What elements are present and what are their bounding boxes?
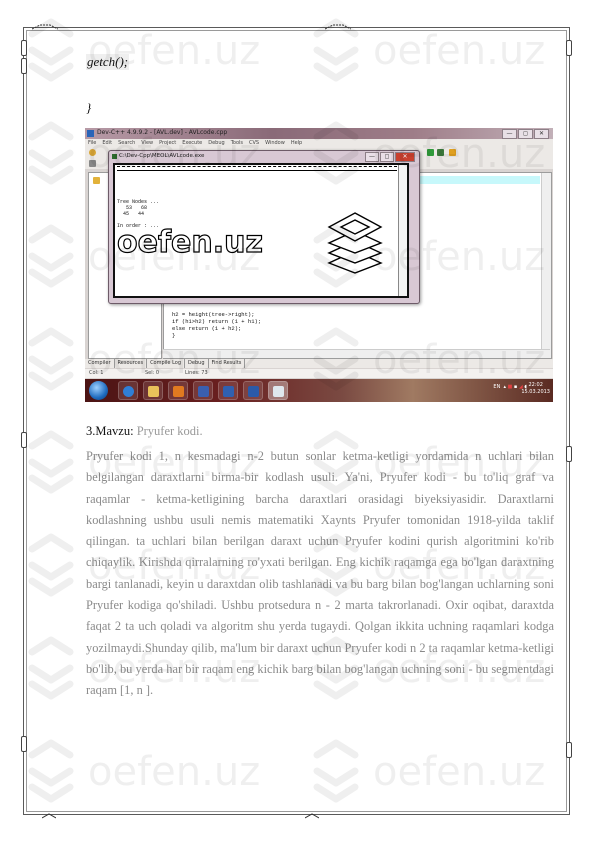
taskbar-clock[interactable]: 22:02 15.03.2013 (521, 382, 550, 396)
section-title: Pryufer kodi. (136, 424, 203, 438)
status-col: Col: 1 (89, 370, 104, 376)
devcpp-app-icon (87, 130, 94, 137)
frame-ornament (21, 736, 27, 752)
menu-execute[interactable]: Execute (182, 139, 202, 147)
bottom-panel-tabs: Compiler Resources Compile Log Debug Fin… (85, 359, 553, 368)
maximize-button[interactable]: ◻ (518, 129, 533, 139)
code-line: else return (1 + h2); (172, 325, 242, 332)
window-titlebar: Dev-C++ 4.9.9.2 - [AVL.dev] - AVLcode.cp… (85, 128, 553, 139)
menu-edit[interactable]: Edit (102, 139, 112, 147)
windows-taskbar: EN ▴ ■ ▪ ◢ ◖ 22:02 15.03.2013 (85, 379, 553, 402)
body-paragraph: Pryufer kodi 1, n kesmadagi n-2 butun so… (86, 449, 554, 698)
frame-ornament (32, 24, 58, 30)
start-button[interactable] (89, 381, 108, 400)
console-divider (117, 166, 397, 171)
frame-ornament (21, 40, 27, 56)
close-button[interactable]: ✕ (534, 129, 549, 139)
editor-code: h2 = height(tree->right); if (h1>h2) retu… (172, 311, 261, 339)
tab-find-results[interactable]: Find Results (212, 359, 246, 368)
frame-ornament (566, 446, 572, 462)
status-bar: Col: 1 Sel: 0 Lines: 73 (85, 369, 553, 378)
menu-debug[interactable]: Debug (208, 139, 224, 147)
window-title: Dev-C++ 4.9.9.2 - [AVL.dev] - AVLcode.cp… (97, 129, 228, 136)
taskbar-internet-explorer[interactable] (118, 381, 138, 400)
editor-vertical-scrollbar[interactable] (541, 173, 551, 358)
code-line: h2 = height(tree->right); (172, 311, 255, 318)
frame-ornament (21, 432, 27, 448)
run-icon[interactable] (427, 149, 434, 156)
taskbar-dev-cpp[interactable] (218, 381, 238, 400)
embedded-screenshot: Dev-C++ 4.9.9.2 - [AVL.dev] - AVLcode.cp… (85, 128, 553, 402)
frame-ornament (566, 40, 572, 56)
code-getch: getch(); (86, 54, 130, 70)
watermark-text: oefen.uz (116, 224, 263, 260)
menu-bar: File Edit Search View Project Execute De… (85, 139, 553, 147)
internet-explorer-icon (123, 386, 134, 397)
frame-ornament (305, 813, 319, 819)
tab-compile-log[interactable]: Compile Log (150, 359, 186, 368)
taskbar-file-explorer[interactable] (143, 381, 163, 400)
section-heading: 3.Mavzu: Pryufer kodi. (86, 424, 203, 439)
floppy-disk-icon (198, 386, 209, 397)
clock-time: 22:02 (528, 382, 543, 388)
console-close-button[interactable]: ✕ (395, 152, 415, 162)
taskbar-save[interactable] (193, 381, 213, 400)
frame-ornament (566, 742, 572, 758)
menu-view[interactable]: View (141, 139, 153, 147)
menu-window[interactable]: Window (265, 139, 285, 147)
menu-cvs[interactable]: CVS (249, 139, 259, 147)
language-indicator[interactable]: EN (493, 384, 500, 390)
console-output: Tree Nodes ... 53 68 45 44 In order : ..… (113, 163, 409, 298)
media-player-icon (173, 386, 184, 397)
status-sel: Sel: 0 (145, 370, 160, 376)
code-closing-brace: } (86, 100, 92, 115)
flag-icon[interactable]: ■ (508, 384, 513, 390)
clock-date: 15.03.2013 (521, 389, 550, 395)
tab-resources[interactable]: Resources (118, 359, 148, 368)
code-line: if (h1>h2) return (1 + h1); (172, 318, 262, 325)
tab-debug[interactable]: Debug (188, 359, 209, 368)
menu-project[interactable]: Project (159, 139, 176, 147)
menu-help[interactable]: Help (291, 139, 302, 147)
menu-file[interactable]: File (88, 139, 96, 147)
tab-compiler[interactable]: Compiler (88, 359, 115, 368)
menu-tools[interactable]: Tools (231, 139, 243, 147)
minimize-button[interactable]: — (502, 129, 517, 139)
word-icon (248, 386, 259, 397)
console-app-icon (112, 154, 117, 159)
frame-ornament (42, 813, 56, 819)
frame-ornament (325, 24, 351, 30)
open-project-icon[interactable] (89, 149, 96, 156)
console-minimize-button[interactable]: — (365, 152, 379, 162)
grid-icon[interactable] (89, 160, 96, 167)
frame-ornament (21, 58, 27, 74)
debug-icon[interactable] (437, 149, 444, 156)
taskbar-word[interactable] (243, 381, 263, 400)
dev-cpp-icon (223, 386, 234, 397)
section-label: 3.Mavzu: (86, 424, 134, 438)
console-window[interactable]: C:\Dev-Cpp\MEOL\AVLcode.exe — ◻ ✕ Tree N… (108, 150, 420, 304)
compile-run-icon[interactable] (449, 149, 456, 156)
stacked-layers-icon (327, 212, 383, 274)
console-window-icon (273, 386, 284, 397)
project-folder-icon[interactable] (93, 177, 100, 184)
console-window-title: C:\Dev-Cpp\MEOL\AVLcode.exe (119, 153, 205, 159)
menu-search[interactable]: Search (118, 139, 135, 147)
taskbar-console[interactable] (268, 381, 288, 400)
editor-horizontal-scrollbar[interactable] (163, 349, 550, 358)
console-maximize-button[interactable]: ◻ (380, 152, 394, 162)
taskbar-media-player[interactable] (168, 381, 188, 400)
status-lines: Lines: 73 (185, 370, 208, 376)
code-line: } (172, 332, 176, 339)
console-scrollbar[interactable] (398, 165, 407, 296)
folder-icon (148, 386, 159, 397)
network-icon[interactable]: ▪ (514, 384, 517, 390)
